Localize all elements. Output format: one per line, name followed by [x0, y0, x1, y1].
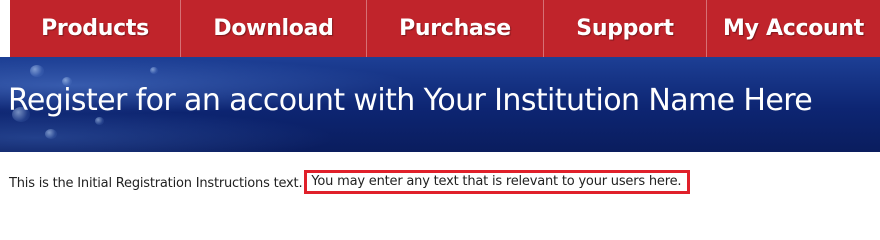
- nav-item-support[interactable]: Support: [544, 0, 707, 57]
- nav-item-my-account[interactable]: My Account: [707, 0, 880, 57]
- nav-item-products[interactable]: Products: [10, 0, 181, 57]
- highlighted-instructions-text: You may enter any text that is relevant …: [304, 170, 691, 194]
- instructions-static-text: This is the Initial Registration Instruc…: [9, 176, 303, 191]
- water-drop-decoration: [150, 67, 158, 74]
- water-drop-decoration: [95, 117, 104, 125]
- top-navigation: Products Download Purchase Support My Ac…: [10, 0, 880, 57]
- water-drop-decoration: [30, 65, 44, 77]
- nav-item-purchase[interactable]: Purchase: [367, 0, 544, 57]
- registration-instructions: This is the Initial Registration Instruc…: [9, 170, 691, 196]
- nav-item-download[interactable]: Download: [181, 0, 367, 57]
- page-banner: Register for an account with Your Instit…: [0, 57, 880, 152]
- page-title: Register for an account with Your Instit…: [8, 83, 813, 118]
- water-drop-decoration: [45, 129, 57, 139]
